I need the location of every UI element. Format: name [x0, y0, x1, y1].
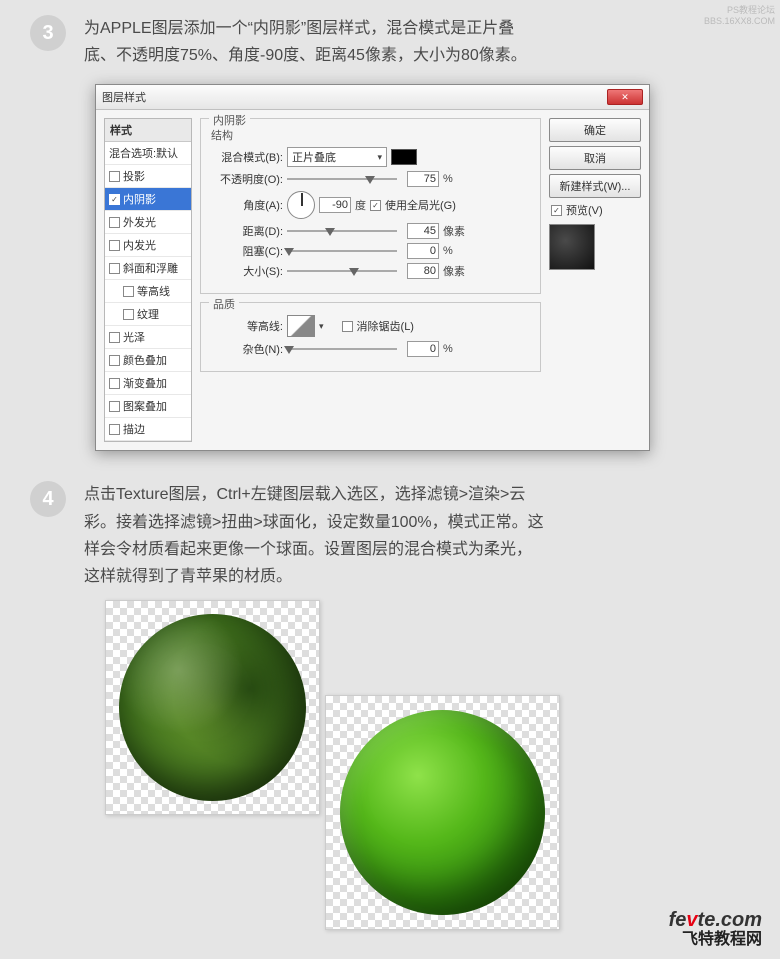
checkbox-icon[interactable]	[123, 286, 134, 297]
cancel-button[interactable]: 取消	[549, 146, 641, 170]
step-badge-4: 4	[30, 481, 66, 517]
antialias-label: 消除锯齿(L)	[357, 318, 414, 334]
style-item[interactable]: 颜色叠加	[105, 349, 191, 372]
quality-label: 品质	[209, 296, 239, 312]
checkbox-icon[interactable]	[109, 424, 120, 435]
size-slider[interactable]	[287, 270, 397, 272]
preview-checkbox[interactable]: ✓	[551, 205, 562, 216]
size-input[interactable]: 80	[407, 263, 439, 279]
style-item-selected[interactable]: ✓内阴影	[105, 188, 191, 211]
step-4-text: 点击Texture图层，Ctrl+左键图层载入选区，选择滤镜>渲染>云彩。接着选…	[84, 481, 544, 590]
opacity-label: 不透明度(O):	[211, 171, 283, 187]
style-item[interactable]: 纹理	[105, 303, 191, 326]
contour-label: 等高线:	[211, 318, 283, 334]
opacity-input[interactable]: 75	[407, 171, 439, 187]
contour-picker[interactable]	[287, 315, 315, 337]
style-item[interactable]: 内发光	[105, 234, 191, 257]
noise-label: 杂色(N):	[211, 341, 283, 357]
angle-input[interactable]: -90	[319, 197, 351, 213]
noise-input[interactable]: 0	[407, 341, 439, 357]
noise-slider[interactable]	[287, 348, 397, 350]
step-3: 3 为APPLE图层添加一个“内阴影”图层样式，混合模式是正片叠底、不透明度75…	[0, 0, 780, 79]
choke-slider[interactable]	[287, 250, 397, 252]
style-item[interactable]: 图案叠加	[105, 395, 191, 418]
texture-sphere-canvas	[105, 600, 320, 815]
watermark: PS教程论坛 BBS.16XX8.COM	[704, 5, 775, 27]
style-item[interactable]: 描边	[105, 418, 191, 441]
style-item[interactable]: 外发光	[105, 211, 191, 234]
blend-mode-dropdown[interactable]: 正片叠底 ▾	[287, 147, 387, 167]
step-3-text: 为APPLE图层添加一个“内阴影”图层样式，混合模式是正片叠底、不透明度75%、…	[84, 15, 544, 69]
inner-shadow-group: 内阴影 结构 混合模式(B): 正片叠底 ▾ 不透明度(O): 75	[200, 118, 541, 294]
checkbox-icon[interactable]	[109, 240, 120, 251]
settings-panel: 内阴影 结构 混合模式(B): 正片叠底 ▾ 不透明度(O): 75	[200, 118, 541, 442]
chevron-down-icon: ▾	[377, 152, 382, 163]
blend-default[interactable]: 混合选项:默认	[105, 142, 191, 165]
color-swatch[interactable]	[391, 149, 417, 165]
opacity-slider[interactable]	[287, 178, 397, 180]
antialias-checkbox[interactable]	[342, 321, 353, 332]
distance-slider[interactable]	[287, 230, 397, 232]
ok-button[interactable]: 确定	[549, 118, 641, 142]
result-sphere-canvas	[325, 695, 560, 930]
site-logo: fevte.com 飞特教程网	[669, 909, 762, 949]
style-item[interactable]: 渐变叠加	[105, 372, 191, 395]
choke-label: 阻塞(C):	[211, 243, 283, 259]
site-domain: fevte.com	[669, 909, 762, 931]
dialog-titlebar: 图层样式 ✕	[96, 85, 649, 110]
checkbox-icon[interactable]	[109, 378, 120, 389]
style-list: 样式 混合选项:默认 投影 ✓内阴影 外发光 内发光 斜面和浮雕 等高线 纹理 …	[104, 118, 192, 442]
preview-label: 预览(V)	[566, 202, 603, 218]
distance-input[interactable]: 45	[407, 223, 439, 239]
size-label: 大小(S):	[211, 263, 283, 279]
dialog-buttons: 确定 取消 新建样式(W)... ✓ 预览(V)	[549, 118, 641, 442]
checkbox-icon[interactable]	[109, 171, 120, 182]
checkbox-icon[interactable]	[109, 401, 120, 412]
layer-style-dialog: 图层样式 ✕ 样式 混合选项:默认 投影 ✓内阴影 外发光 内发光 斜面和浮雕 …	[95, 84, 650, 451]
choke-input[interactable]: 0	[407, 243, 439, 259]
chevron-down-icon[interactable]: ▾	[319, 321, 324, 332]
angle-dial[interactable]	[287, 191, 315, 219]
style-item[interactable]: 斜面和浮雕	[105, 257, 191, 280]
close-button[interactable]: ✕	[607, 89, 643, 105]
dialog-title: 图层样式	[102, 89, 146, 105]
checkbox-icon[interactable]	[109, 332, 120, 343]
checkbox-icon[interactable]	[109, 217, 120, 228]
texture-sphere	[119, 614, 306, 801]
preview-thumbnail	[549, 224, 595, 270]
step-badge-3: 3	[30, 15, 66, 51]
watermark-line2: BBS.16XX8.COM	[704, 16, 775, 27]
result-sphere	[340, 710, 545, 915]
style-item[interactable]: 光泽	[105, 326, 191, 349]
style-item[interactable]: 等高线	[105, 280, 191, 303]
site-tagline: 飞特教程网	[669, 931, 762, 949]
style-list-header: 样式	[105, 119, 191, 142]
angle-label: 角度(A):	[211, 197, 283, 213]
distance-label: 距离(D):	[211, 223, 283, 239]
result-images	[95, 600, 780, 940]
blend-mode-label: 混合模式(B):	[211, 149, 283, 165]
checkbox-icon[interactable]	[123, 309, 134, 320]
quality-group: 品质 等高线: ▾ 消除锯齿(L) 杂色(N): 0 %	[200, 302, 541, 372]
new-style-button[interactable]: 新建样式(W)...	[549, 174, 641, 198]
global-light-checkbox[interactable]: ✓	[370, 200, 381, 211]
checkbox-icon[interactable]	[109, 263, 120, 274]
group-title: 内阴影	[209, 112, 250, 128]
checkbox-icon[interactable]	[109, 355, 120, 366]
style-item[interactable]: 投影	[105, 165, 191, 188]
checkbox-icon[interactable]: ✓	[109, 194, 120, 205]
step-4: 4 点击Texture图层，Ctrl+左键图层载入选区，选择滤镜>渲染>云彩。接…	[0, 466, 780, 600]
watermark-line1: PS教程论坛	[704, 5, 775, 16]
structure-label: 结构	[211, 127, 530, 143]
global-light-label: 使用全局光(G)	[385, 197, 456, 213]
